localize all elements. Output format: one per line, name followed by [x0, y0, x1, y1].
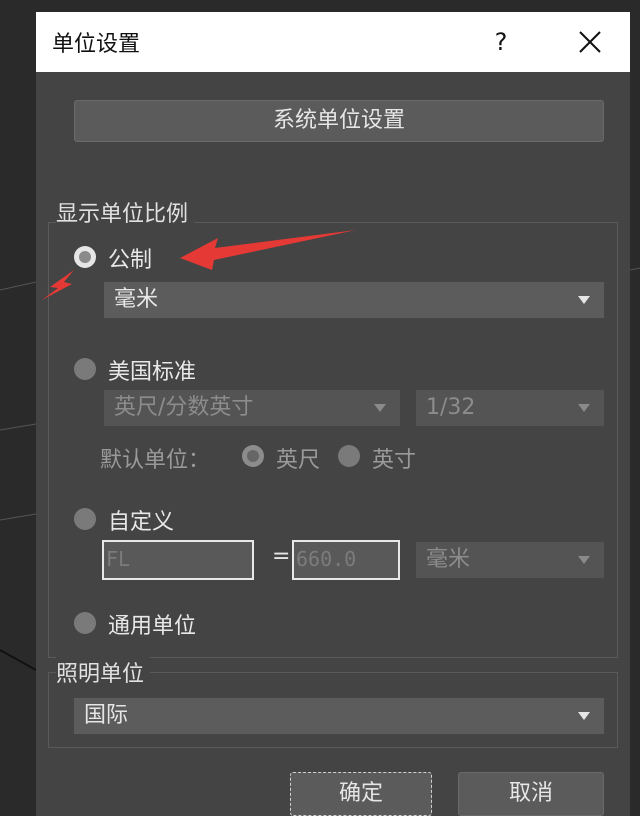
cancel-button[interactable]: 取消	[458, 772, 604, 816]
default-unit-feet-radio[interactable]	[242, 445, 264, 467]
default-unit-inches-label: 英寸	[372, 448, 417, 473]
chevron-down-icon	[374, 404, 386, 412]
metric-radio[interactable]	[74, 246, 96, 268]
custom-radio[interactable]	[74, 508, 96, 530]
us-standard-fraction-dropdown[interactable]: 1/32	[416, 390, 604, 426]
equals-sign: =	[272, 544, 291, 569]
custom-label: 自定义	[108, 510, 175, 535]
generic-units-label: 通用单位	[108, 614, 197, 639]
chevron-down-icon	[578, 712, 590, 720]
metric-label: 公制	[108, 248, 153, 273]
generic-units-radio[interactable]	[74, 612, 96, 634]
custom-unit-dropdown[interactable]: 毫米	[416, 542, 604, 578]
lighting-units-value: 国际	[84, 703, 129, 728]
ok-button[interactable]: 确定	[290, 772, 432, 816]
dialog-title: 单位设置	[52, 32, 141, 57]
us-standard-fraction-value: 1/32	[426, 395, 476, 420]
system-unit-setup-button[interactable]: 系统单位设置	[74, 100, 604, 142]
custom-unit-value: 毫米	[426, 547, 471, 572]
lighting-units-dropdown[interactable]: 国际	[74, 698, 604, 734]
us-standard-radio[interactable]	[74, 358, 96, 380]
title-bar: 单位设置 ?	[36, 12, 630, 72]
custom-value-input[interactable]: 660.0	[292, 540, 400, 580]
metric-unit-value: 毫米	[114, 287, 159, 312]
us-standard-label: 美国标准	[108, 360, 197, 385]
close-icon[interactable]	[572, 22, 608, 62]
help-button[interactable]: ?	[486, 22, 516, 62]
chevron-down-icon	[578, 296, 590, 304]
chevron-down-icon	[578, 404, 590, 412]
custom-name-input[interactable]: FL	[102, 540, 254, 580]
metric-unit-dropdown[interactable]: 毫米	[104, 282, 604, 318]
default-unit-label: 默认单位：	[100, 448, 211, 473]
lighting-units-label: 照明单位	[56, 656, 151, 688]
us-standard-unit-value: 英尺/分数英寸	[114, 395, 254, 420]
display-unit-scale-label: 显示单位比例	[56, 196, 195, 228]
chevron-down-icon	[578, 556, 590, 564]
default-unit-feet-label: 英尺	[276, 448, 321, 473]
default-unit-inches-radio[interactable]	[338, 445, 360, 467]
unit-setup-dialog: 单位设置 ? 系统单位设置 显示单位比例 公制 毫米 美国标准 英尺/分数英寸 …	[36, 12, 630, 816]
us-standard-unit-dropdown[interactable]: 英尺/分数英寸	[104, 390, 400, 426]
